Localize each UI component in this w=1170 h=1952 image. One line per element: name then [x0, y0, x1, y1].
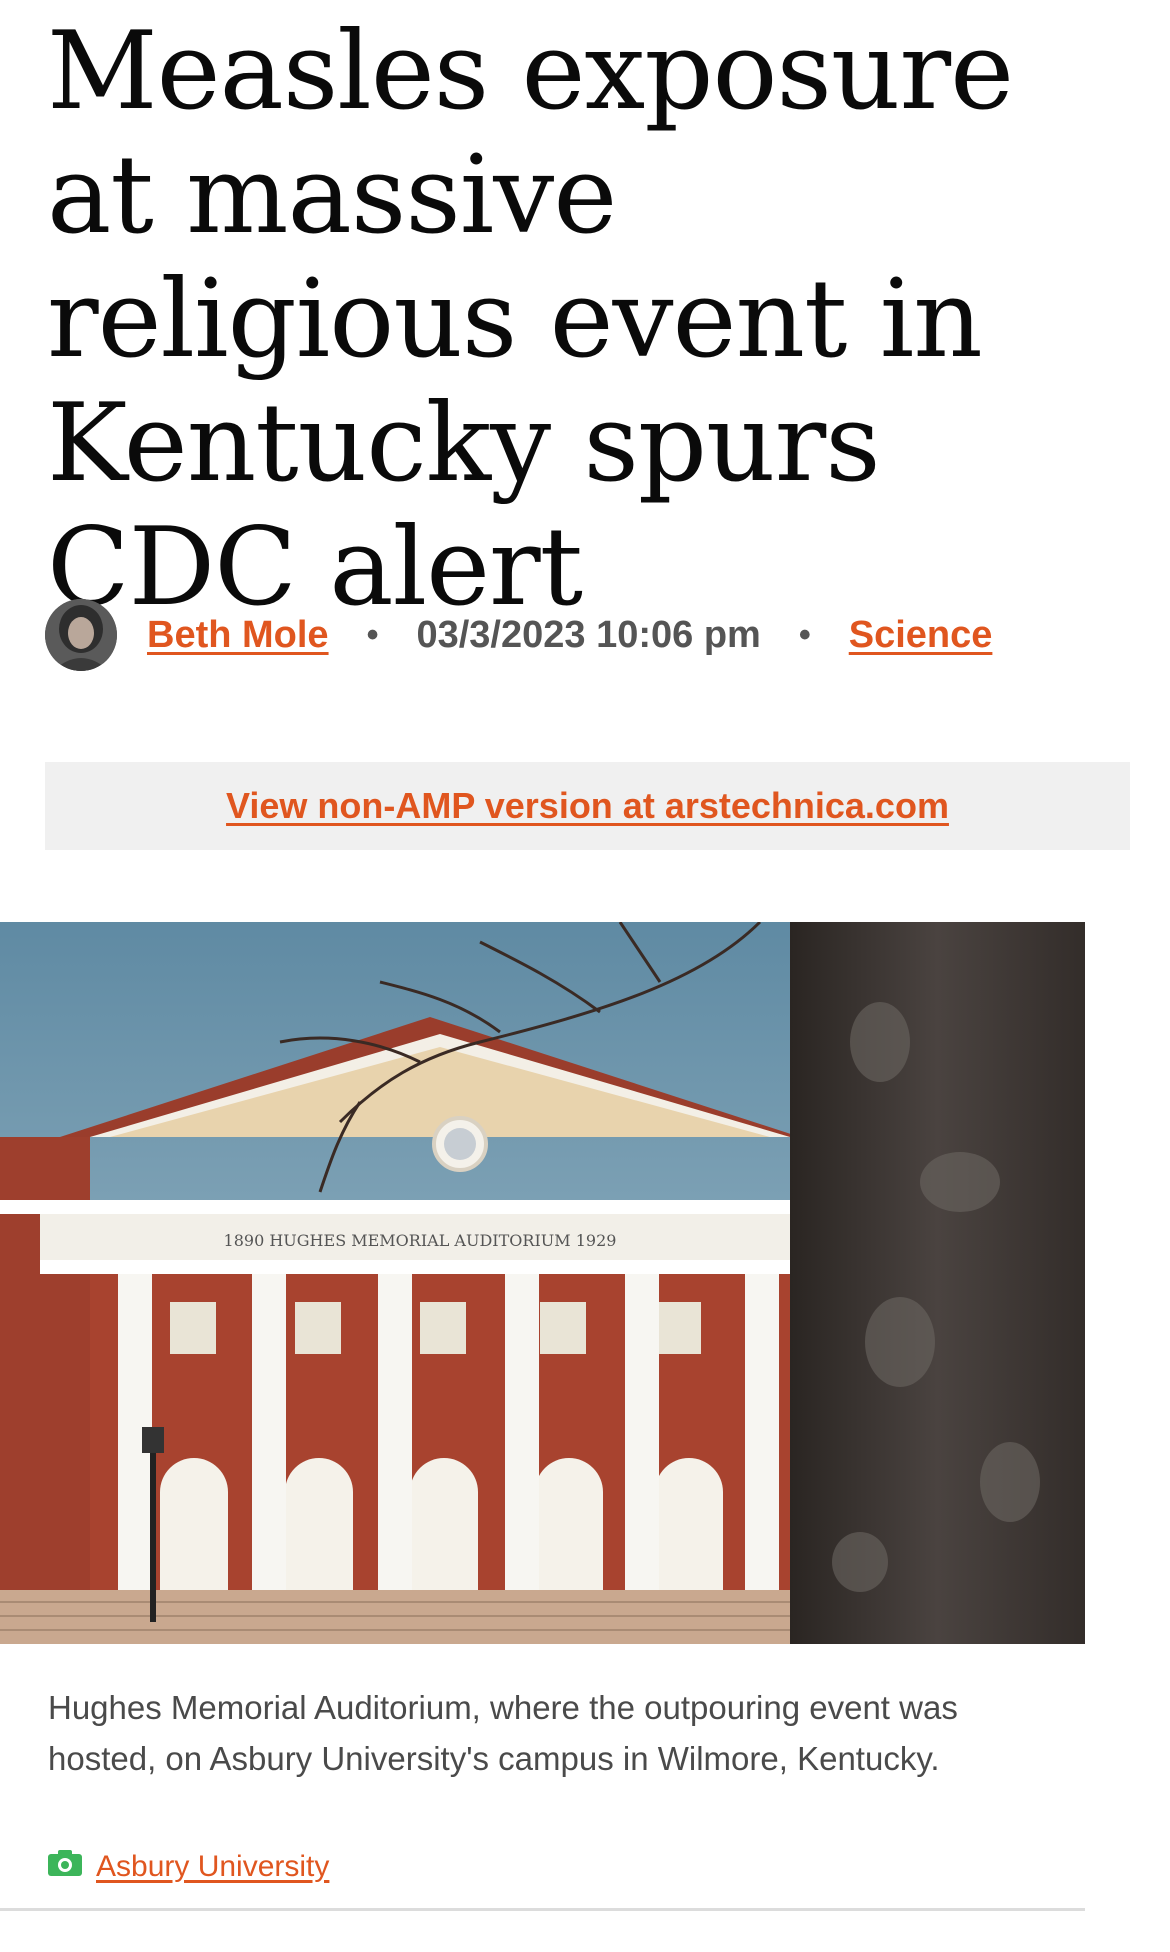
byline: Beth Mole • 03/3/2023 10:06 pm • Science: [45, 598, 1145, 672]
separator-dot: •: [798, 615, 811, 654]
author-avatar[interactable]: [45, 599, 117, 671]
publish-date: 03/3/2023 10:06 pm: [416, 613, 761, 656]
divider: [0, 1908, 1085, 1911]
article-headline: Measles exposure at massive religious ev…: [47, 9, 1014, 630]
credit-link[interactable]: Asbury University: [96, 1850, 329, 1884]
separator-dot: •: [366, 615, 379, 654]
category-link[interactable]: Science: [849, 614, 993, 657]
non-amp-banner: View non-AMP version at arstechnica.com: [45, 762, 1130, 850]
image-credit: Asbury University: [48, 1850, 329, 1884]
non-amp-link[interactable]: View non-AMP version at arstechnica.com: [226, 785, 949, 827]
hero-image: 1890 HUGHES MEMORIAL AUDITORIUM 1929: [0, 922, 1085, 1644]
author-link[interactable]: Beth Mole: [147, 614, 329, 657]
building-inscription: 1890 HUGHES MEMORIAL AUDITORIUM 1929: [224, 1231, 617, 1250]
image-caption: Hughes Memorial Auditorium, where the ou…: [48, 1689, 958, 1777]
camera-icon: [48, 1850, 82, 1884]
